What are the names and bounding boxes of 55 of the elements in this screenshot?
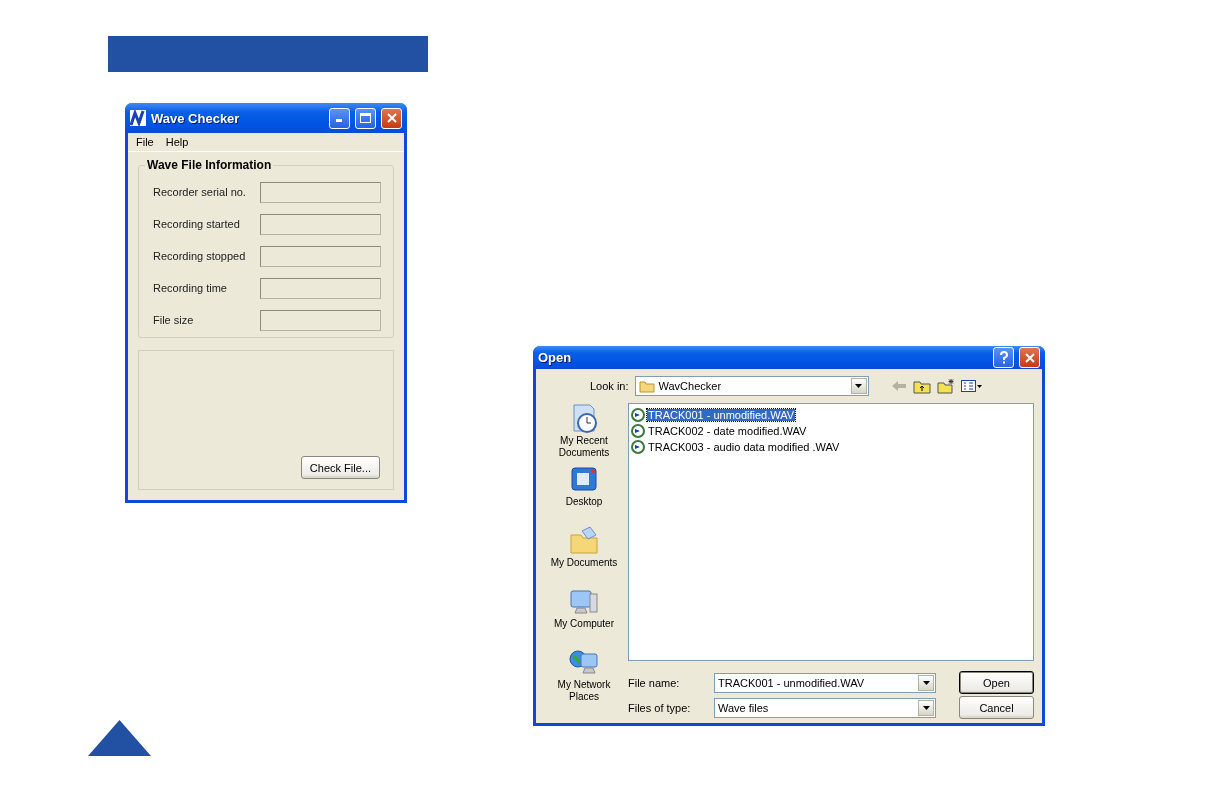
- field-label: Recording stopped: [153, 250, 246, 262]
- close-icon: [386, 113, 397, 123]
- window-title: Wave Checker: [151, 110, 241, 126]
- wav-file-entry[interactable]: TRACK003 - audio data modified .WAV: [647, 441, 841, 453]
- up-folder-icon: [912, 378, 931, 394]
- cancel-button[interactable]: Cancel: [959, 696, 1034, 719]
- file-name-field[interactable]: TRACK001 - unmodified.WAV: [714, 672, 936, 693]
- caret-icon: [922, 680, 930, 685]
- wav-file-entry[interactable]: TRACK002 - date modified.WAV: [647, 425, 808, 437]
- readonly-field[interactable]: [260, 245, 381, 267]
- new-folder-icon: [936, 378, 955, 394]
- close-icon: [1024, 352, 1035, 363]
- group-title: Wave File Information: [146, 158, 273, 172]
- field-label: Recording started: [153, 218, 240, 230]
- field-label: File size: [153, 314, 194, 326]
- audio-file-icon: [631, 440, 645, 454]
- audio-file-icon: [631, 424, 645, 438]
- dialog-title: Open: [538, 350, 573, 365]
- menu-item[interactable]: Help: [165, 136, 189, 148]
- folder-icon: [568, 525, 600, 557]
- readonly-field[interactable]: [260, 309, 381, 331]
- look-in-dropdown[interactable]: WavChecker: [634, 376, 869, 396]
- caret-icon: [855, 384, 863, 388]
- readonly-field[interactable]: [260, 213, 381, 235]
- file-type-label: Files of type:: [628, 701, 692, 714]
- help-icon: [998, 351, 1009, 364]
- field-label: Recorder serial no.: [153, 186, 246, 198]
- wav-file-entry[interactable]: TRACK001 - unmodified.WAV: [647, 409, 796, 421]
- back-arrow-icon: [890, 379, 907, 393]
- readonly-field[interactable]: [260, 181, 381, 203]
- places-item[interactable]: My Computer: [543, 586, 625, 645]
- view-menu-icon: [960, 379, 983, 393]
- close-button[interactable]: [381, 107, 402, 129]
- readonly-field[interactable]: [260, 277, 381, 299]
- places-item[interactable]: My Documents: [543, 525, 625, 584]
- minimize-button[interactable]: [329, 107, 350, 129]
- maximize-button[interactable]: [355, 107, 376, 129]
- menu-item[interactable]: File: [136, 136, 154, 148]
- open-button[interactable]: Open: [959, 671, 1034, 694]
- places-item[interactable]: My Network Places: [543, 647, 625, 706]
- close-button[interactable]: [1019, 347, 1040, 368]
- file-name-label: File name:: [628, 676, 681, 689]
- up-triangle-icon[interactable]: [88, 720, 151, 756]
- caret-icon: [922, 705, 930, 710]
- audio-file-icon: [631, 408, 645, 422]
- field-label: Recording time: [153, 282, 227, 294]
- folder-icon: [638, 379, 655, 393]
- places-item[interactable]: Desktop: [543, 464, 625, 523]
- places-item[interactable]: My Recent Documents: [543, 403, 625, 462]
- maximize-icon: [360, 113, 371, 123]
- check-file-button[interactable]: Check File...: [300, 456, 380, 479]
- help-button[interactable]: [993, 347, 1014, 368]
- wave-logo-icon: [130, 110, 146, 126]
- file-type-dropdown[interactable]: Wave files: [714, 697, 936, 718]
- look-in-label: Look in:: [590, 380, 629, 392]
